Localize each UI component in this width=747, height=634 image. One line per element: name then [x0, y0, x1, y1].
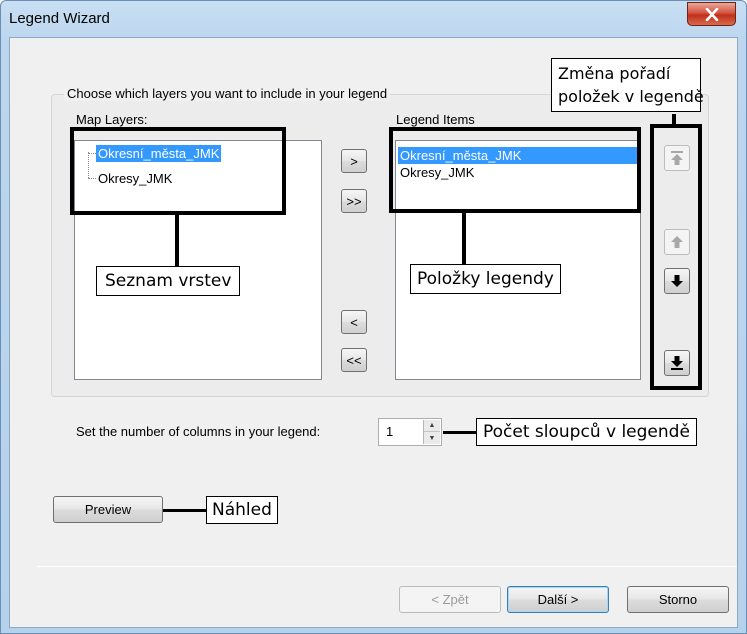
order-buttons-highlight-box — [650, 124, 702, 390]
annotation-nahled: Náhled — [206, 496, 278, 524]
remove-all-layers-button[interactable]: << — [341, 348, 367, 372]
legend-items-label: Legend Items — [396, 112, 475, 127]
spin-up-icon[interactable]: ▲ — [424, 420, 440, 432]
next-button[interactable]: Další > — [507, 586, 609, 613]
window-title: Legend Wizard — [9, 10, 110, 27]
annotation-seznam-vrstev: Seznam vrstev — [96, 266, 241, 296]
columns-label: Set the number of columns in your legend… — [76, 424, 321, 439]
annotation-connector — [672, 114, 676, 126]
map-layers-highlight-box — [70, 127, 286, 215]
footer-separator — [37, 566, 737, 567]
add-all-layers-button[interactable]: >> — [341, 189, 367, 213]
annotation-connector — [443, 431, 476, 434]
annotation-connector — [462, 213, 466, 265]
map-layers-label: Map Layers: — [76, 112, 148, 127]
close-button[interactable] — [687, 2, 736, 26]
annotation-connector — [163, 509, 206, 512]
annotation-line: Změna pořadí — [558, 64, 671, 83]
annotation-pocet-sloupcu: Počet sloupců v legendě — [476, 418, 697, 446]
annotation-connector — [175, 215, 179, 268]
remove-layer-button[interactable]: < — [341, 310, 367, 334]
group-label: Choose which layers you want to include … — [64, 86, 391, 101]
columns-value[interactable]: 1 — [386, 424, 393, 439]
close-icon — [705, 7, 718, 21]
spinner-buttons: ▲ ▼ — [423, 420, 440, 444]
back-button[interactable]: < Zpět — [399, 586, 501, 613]
columns-spinner[interactable]: 1 ▲ ▼ — [378, 418, 442, 446]
annotation-polozky-legendy: Položky legendy — [410, 264, 561, 294]
cancel-button[interactable]: Storno — [627, 586, 729, 613]
add-layer-button[interactable]: > — [341, 149, 367, 173]
annotation-line: položek v legendě — [558, 87, 704, 106]
annotation-zmena-poradi: Změna pořadí položek v legendě — [551, 58, 704, 112]
preview-button[interactable]: Preview — [53, 496, 163, 523]
spin-down-icon[interactable]: ▼ — [424, 432, 440, 444]
title-bar[interactable]: Legend Wizard — [1, 1, 746, 37]
legend-items-highlight-box — [389, 127, 641, 213]
